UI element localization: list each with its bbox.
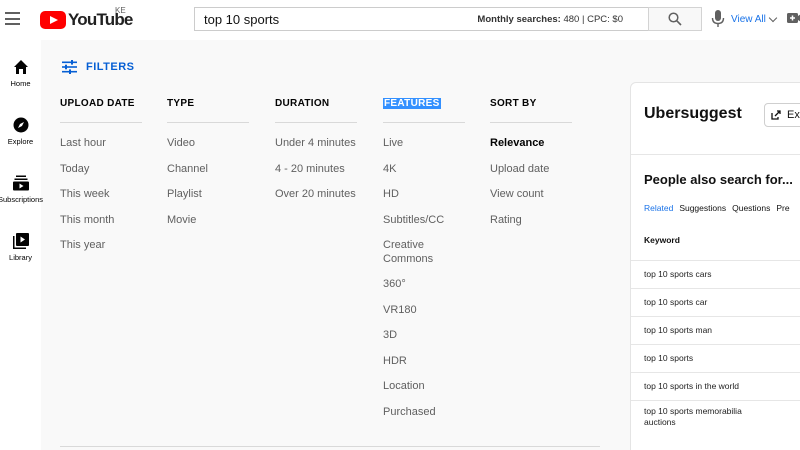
filter-option[interactable]: Playlist xyxy=(167,188,249,214)
divider xyxy=(60,122,142,123)
keyword-tabs: Related Suggestions Questions Pre xyxy=(644,203,790,213)
export-icon xyxy=(771,110,781,120)
divider xyxy=(60,446,600,447)
export-button[interactable]: Ex xyxy=(764,103,800,127)
section-title: People also search for... xyxy=(644,172,793,187)
filter-option[interactable]: Last hour xyxy=(60,137,142,163)
compass-icon xyxy=(13,117,28,133)
keyword-row[interactable]: top 10 sports in the world xyxy=(631,372,800,400)
filter-option[interactable]: Location xyxy=(383,380,465,406)
divider xyxy=(383,122,465,123)
filter-option[interactable]: Movie xyxy=(167,214,249,240)
left-sidebar: Home Explore Subscriptions Library xyxy=(0,40,43,450)
highlighted-heading: FEATURES xyxy=(383,98,441,109)
filter-column-features: FEATURES Live 4K HD Subtitles/CC Creativ… xyxy=(383,98,465,431)
tab-questions[interactable]: Questions xyxy=(732,203,770,213)
filter-heading: DURATION xyxy=(275,98,330,109)
tab-prepositions[interactable]: Pre xyxy=(776,203,789,213)
search-input[interactable]: top 10 sports Monthly searches: 480 | CP… xyxy=(194,7,649,31)
sliders-icon xyxy=(62,60,77,74)
sidebar-item-subscriptions[interactable]: Subscriptions xyxy=(0,175,53,204)
library-icon xyxy=(12,233,29,249)
filter-option[interactable]: Subtitles/CC xyxy=(383,214,465,240)
filter-heading: TYPE xyxy=(167,98,195,109)
filters-label: FILTERS xyxy=(86,61,135,73)
filters-toggle[interactable]: FILTERS xyxy=(62,60,135,74)
filter-column-upload-date: UPLOAD DATE Last hour Today This week Th… xyxy=(60,98,142,265)
search-button[interactable] xyxy=(648,7,702,31)
search-volume-meta: Monthly searches: 480 | CPC: $0 xyxy=(477,14,623,25)
microphone-icon[interactable] xyxy=(711,10,725,28)
search-query: top 10 sports xyxy=(204,12,280,27)
top-bar: YouTube KE top 10 sports Monthly searche… xyxy=(0,0,800,40)
divider xyxy=(167,122,249,123)
filter-column-sort-by: SORT BY Relevance Upload date View count… xyxy=(490,98,572,239)
filter-option[interactable]: 4K xyxy=(383,163,465,189)
keyword-row[interactable]: top 10 sports car xyxy=(631,288,800,316)
sidebar-item-label: Home xyxy=(10,79,31,88)
filter-heading-selected: FEATURES xyxy=(383,98,465,114)
panel-title: Ubersuggest xyxy=(644,105,742,122)
keyword-row[interactable]: top 10 sports cars xyxy=(631,260,800,288)
filter-option[interactable]: Creative Commons xyxy=(383,239,453,278)
filter-heading: UPLOAD DATE xyxy=(60,98,135,109)
filter-option[interactable]: 4 - 20 minutes xyxy=(275,163,357,189)
filter-option[interactable]: VR180 xyxy=(383,304,465,330)
search-icon xyxy=(668,12,682,26)
filter-option[interactable]: Today xyxy=(60,163,142,189)
filter-column-type: TYPE Video Channel Playlist Movie xyxy=(167,98,249,239)
home-icon xyxy=(13,60,28,74)
filter-option[interactable]: Live xyxy=(383,137,465,163)
search-meta-value: 480 | CPC: $0 xyxy=(563,14,623,25)
filter-column-duration: DURATION Under 4 minutes 4 - 20 minutes … xyxy=(275,98,357,214)
filter-option[interactable]: 360° xyxy=(383,278,465,304)
filter-option[interactable]: This week xyxy=(60,188,142,214)
keyword-row[interactable]: top 10 sports xyxy=(631,344,800,372)
search-meta-label: Monthly searches: xyxy=(477,14,561,25)
divider xyxy=(275,122,357,123)
tab-suggestions[interactable]: Suggestions xyxy=(679,203,726,213)
filter-option[interactable]: HD xyxy=(383,188,465,214)
keyword-row[interactable]: top 10 sports man xyxy=(631,316,800,344)
filter-option[interactable]: 3D xyxy=(383,329,465,355)
divider xyxy=(490,122,572,123)
filter-option[interactable]: Under 4 minutes xyxy=(275,137,357,163)
filter-option[interactable]: Channel xyxy=(167,163,249,189)
filter-option[interactable]: This year xyxy=(60,239,142,265)
view-all-label: View All xyxy=(731,14,766,25)
export-label: Ex xyxy=(787,109,800,121)
keyword-column-header: Keyword xyxy=(644,235,680,245)
sidebar-item-explore[interactable]: Explore xyxy=(0,117,41,146)
divider xyxy=(631,154,800,155)
sidebar-item-label: Library xyxy=(9,253,32,262)
filter-option[interactable]: Video xyxy=(167,137,249,163)
filter-option[interactable]: Upload date xyxy=(490,163,572,189)
create-video-icon[interactable] xyxy=(787,11,800,25)
ubersuggest-panel: Ubersuggest Ex People also search for...… xyxy=(630,82,800,450)
filter-option[interactable]: Rating xyxy=(490,214,572,240)
tab-related[interactable]: Related xyxy=(644,203,673,213)
keyword-list: top 10 sports cars top 10 sports car top… xyxy=(631,260,800,438)
filter-option-selected[interactable]: Relevance xyxy=(490,137,572,163)
chevron-down-icon xyxy=(768,13,778,23)
subscriptions-icon xyxy=(12,175,29,191)
filter-option[interactable]: This month xyxy=(60,214,142,240)
sidebar-item-label: Subscriptions xyxy=(0,195,44,204)
filter-option[interactable]: HDR xyxy=(383,355,465,381)
keyword-row[interactable]: top 10 sports memorabilia auctions xyxy=(631,400,800,438)
sidebar-item-label: Explore xyxy=(7,137,34,146)
filter-option[interactable]: Purchased xyxy=(383,406,465,432)
country-code: KE xyxy=(115,6,126,15)
filter-option[interactable]: Over 20 minutes xyxy=(275,188,357,214)
view-all-dropdown[interactable]: View All xyxy=(731,13,778,25)
filter-option[interactable]: View count xyxy=(490,188,572,214)
menu-icon[interactable] xyxy=(5,12,20,25)
play-logo-icon xyxy=(40,11,66,29)
sidebar-item-library[interactable]: Library xyxy=(0,233,41,262)
filter-heading: SORT BY xyxy=(490,98,537,109)
sidebar-item-home[interactable]: Home xyxy=(0,59,41,88)
